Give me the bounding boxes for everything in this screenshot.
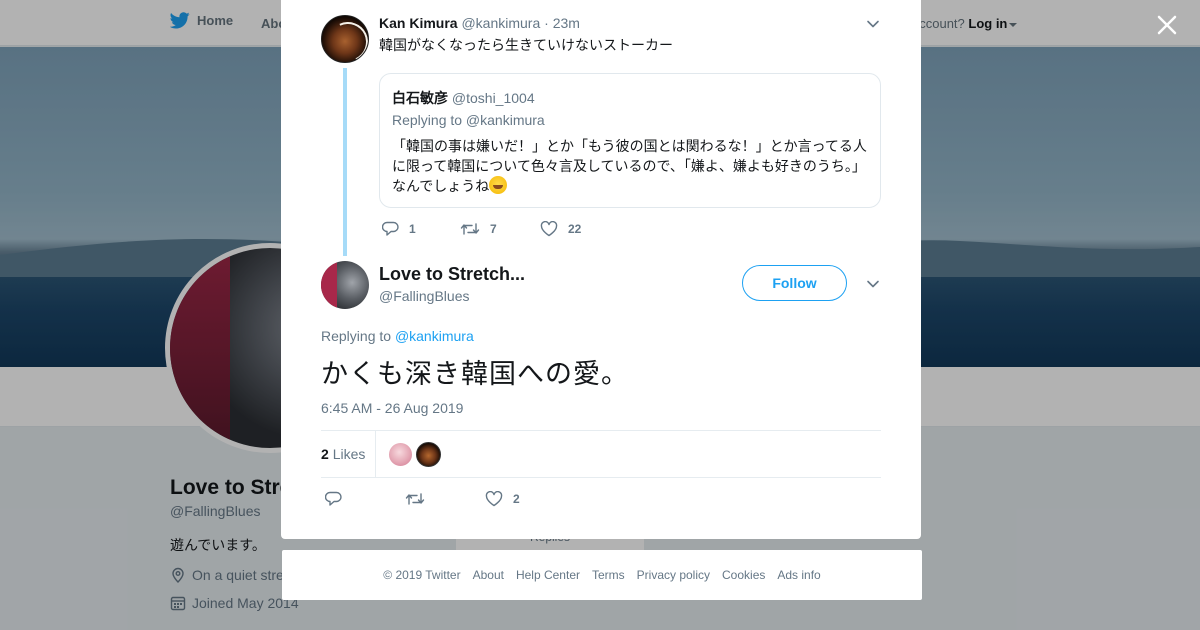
reply-tweet-text: かくも深き韓国への愛。 — [321, 359, 629, 390]
footer-link-help-center[interactable]: Help Center — [516, 568, 580, 582]
stats-divider — [375, 431, 376, 477]
quoted-tweet-replying-to: Replying to @kankimura — [392, 112, 545, 128]
quoted-tweet-author-handle: @toshi_1004 — [451, 90, 535, 106]
like-count: 2 — [513, 492, 520, 506]
quoted-tweet-text: 「韓国の事は嫌いだ！」とか「もう彼の国とは関わるな！」とか言ってる人に限って韓国… — [392, 138, 867, 194]
like-action[interactable]: 22 — [540, 221, 581, 237]
grinning-sweat-emoji-icon — [489, 176, 508, 194]
chevron-down-icon[interactable] — [866, 277, 880, 291]
retweet-icon — [460, 223, 480, 235]
heart-icon — [485, 491, 503, 507]
close-icon[interactable] — [1153, 11, 1181, 39]
follow-button[interactable]: Follow — [742, 265, 847, 301]
chevron-down-icon[interactable] — [866, 17, 880, 31]
quoted-tweet-body: 「韓国の事は嫌いだ！」とか「もう彼の国とは関わるな！」とか言ってる人に限って韓国… — [392, 136, 872, 196]
reply-tweet-author-handle[interactable]: @FallingBlues — [379, 288, 469, 304]
likes-stat-count: 2 — [321, 446, 329, 462]
quoted-tweet-author-name: 白石敏彦 — [392, 90, 448, 106]
liker-avatar[interactable] — [416, 442, 441, 467]
parent-tweet-time[interactable]: · 23m — [544, 15, 580, 31]
replying-to-prefix: Replying to — [321, 328, 392, 344]
reply-action[interactable] — [325, 491, 405, 507]
reply-icon — [382, 221, 399, 236]
parent-tweet-actions: 1 7 22 — [382, 221, 581, 237]
retweet-count: 7 — [490, 222, 497, 236]
tweet-stats-bar: 2 Likes — [321, 430, 881, 478]
reply-tweet-avatar[interactable] — [321, 261, 369, 309]
parent-tweet-avatar[interactable] — [321, 15, 369, 63]
footer-copyright: © 2019 Twitter — [383, 568, 461, 582]
likes-stat[interactable]: 2 Likes — [321, 446, 365, 462]
reply-tweet-replying-to: Replying to @kankimura — [321, 328, 474, 344]
footer-link-terms[interactable]: Terms — [592, 568, 625, 582]
footer-link-about[interactable]: About — [473, 568, 504, 582]
reply-icon — [325, 491, 342, 506]
reply-tweet-timestamp[interactable]: 6:45 AM - 26 Aug 2019 — [321, 400, 463, 416]
footer-link-privacy[interactable]: Privacy policy — [637, 568, 710, 582]
footer-link-ads-info[interactable]: Ads info — [777, 568, 820, 582]
reply-tweet-actions: 2 — [325, 491, 520, 507]
like-action[interactable]: 2 — [485, 491, 520, 507]
footer-link-cookies[interactable]: Cookies — [722, 568, 765, 582]
reply-action[interactable]: 1 — [382, 221, 460, 237]
retweet-icon — [405, 493, 425, 505]
liker-avatar[interactable] — [388, 442, 413, 467]
retweet-action[interactable]: 7 — [460, 221, 540, 237]
like-count: 22 — [568, 222, 582, 236]
retweet-action[interactable] — [405, 491, 485, 507]
parent-tweet-header: Kan Kimura @kankimura · 23m — [379, 15, 580, 31]
reply-tweet-author-name[interactable]: Love to Stretch... — [379, 264, 525, 285]
site-footer: © 2019 Twitter About Help Center Terms P… — [282, 550, 922, 600]
parent-tweet-author-handle[interactable]: @kankimura — [461, 15, 540, 31]
heart-icon — [540, 221, 558, 237]
reply-count: 1 — [409, 222, 416, 236]
tweet-modal: Kan Kimura @kankimura · 23m 韓国がなくなったら生きて… — [281, 0, 921, 539]
likes-stat-label: Likes — [332, 446, 366, 462]
replying-to-handle-link[interactable]: @kankimura — [395, 328, 474, 344]
parent-tweet-author-name[interactable]: Kan Kimura — [379, 15, 458, 31]
quoted-tweet-header: 白石敏彦 @toshi_1004 — [392, 88, 535, 108]
parent-tweet-text: 韓国がなくなったら生きていけないストーカー — [379, 37, 673, 53]
quoted-tweet-card[interactable]: 白石敏彦 @toshi_1004 Replying to @kankimura … — [379, 73, 881, 208]
thread-connector-line — [343, 68, 347, 256]
